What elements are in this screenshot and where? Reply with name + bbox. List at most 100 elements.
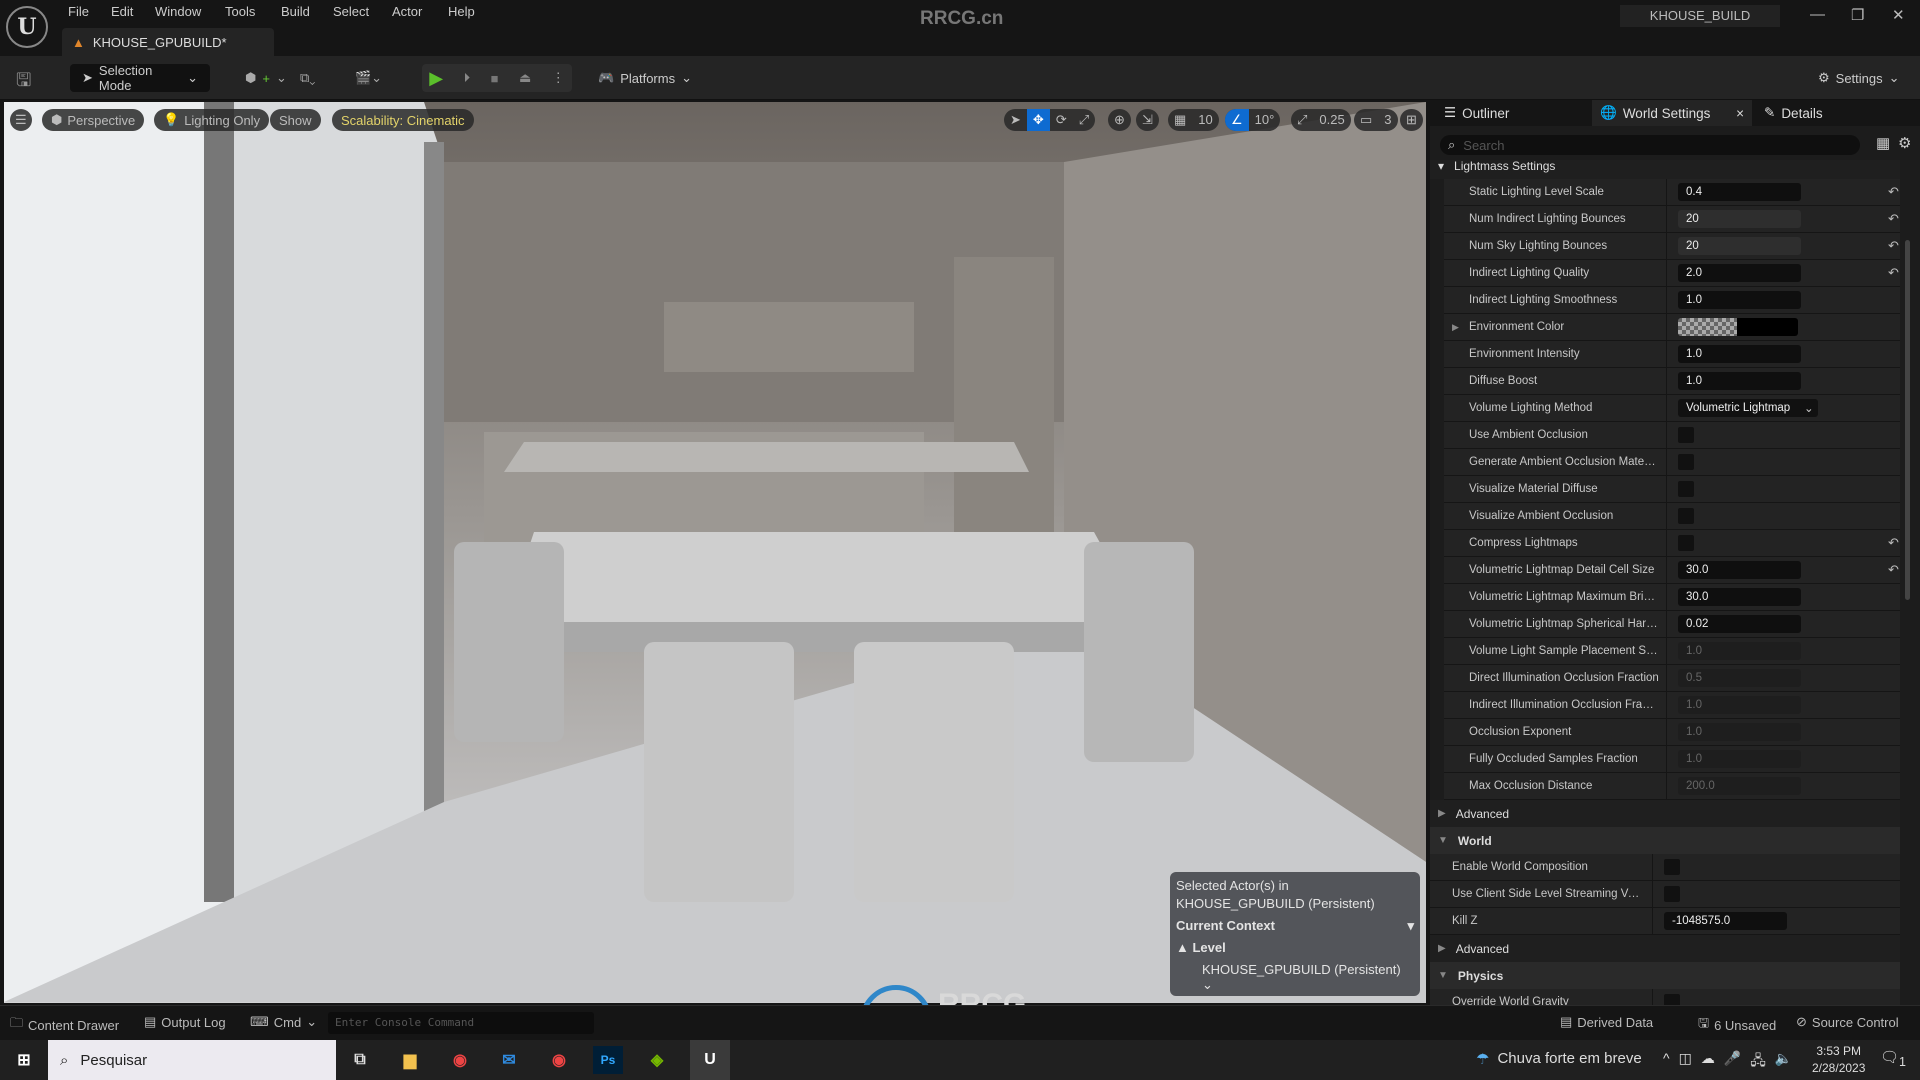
expand-arrow-icon[interactable]: ▶: [1452, 322, 1459, 333]
rotate-tool-icon[interactable]: ⟳: [1050, 109, 1073, 131]
property-checkbox[interactable]: [1678, 481, 1694, 497]
world-section[interactable]: ▼ World: [1430, 827, 1900, 854]
photoshop-icon[interactable]: Ps: [593, 1046, 623, 1074]
menu-file[interactable]: File: [68, 4, 89, 19]
chevron-up-icon[interactable]: ^: [1663, 1050, 1670, 1074]
physics-section[interactable]: ▼ Physics: [1430, 962, 1900, 989]
property-value-input[interactable]: 1.0: [1678, 291, 1801, 309]
settings-button[interactable]: ⚙ Settings ⌄: [1818, 64, 1900, 92]
property-checkbox[interactable]: [1664, 994, 1680, 1005]
stop-icon[interactable]: ■: [491, 71, 499, 86]
microphone-icon[interactable]: 🎤: [1724, 1050, 1741, 1074]
console-command-input[interactable]: Enter Console Command: [328, 1012, 594, 1034]
clock[interactable]: 3:53 PM 2/28/2023: [1812, 1043, 1865, 1077]
property-checkbox[interactable]: [1678, 427, 1694, 443]
selection-mode-dropdown[interactable]: ➤ Selection Mode ⌄: [70, 63, 210, 93]
current-context-header[interactable]: Current Context ▾: [1176, 918, 1414, 933]
weather-widget[interactable]: ☂ Chuva forte em breve: [1476, 1050, 1642, 1068]
scale-snap[interactable]: ⤢ 0.25: [1291, 109, 1351, 131]
volume-icon[interactable]: 🔈: [1775, 1050, 1792, 1074]
menu-edit[interactable]: Edit: [111, 4, 133, 19]
task-view-icon[interactable]: ⧉: [345, 1046, 375, 1074]
reset-to-default-icon[interactable]: ↶: [1888, 265, 1899, 281]
camera-icon[interactable]: ◫: [1679, 1050, 1692, 1074]
gear-icon[interactable]: ⚙: [1898, 134, 1911, 152]
property-checkbox[interactable]: [1678, 535, 1694, 551]
menu-actor[interactable]: Actor: [392, 4, 422, 19]
content-drawer-button[interactable]: 🗀 Content Drawer: [10, 1014, 119, 1036]
reset-to-default-icon[interactable]: ↶: [1888, 562, 1899, 578]
play-icon[interactable]: ▶: [429, 68, 443, 89]
surface-snap-toggle[interactable]: ⇲: [1136, 109, 1159, 131]
rotation-snap[interactable]: ∠ 10°: [1225, 109, 1281, 131]
menu-select[interactable]: Select: [333, 4, 369, 19]
scale-tool-icon[interactable]: ⤢: [1073, 109, 1095, 131]
property-value-input[interactable]: 20: [1678, 237, 1801, 255]
add-actor-icon[interactable]: ⬢ + ⌄: [245, 64, 287, 92]
unreal-taskbar-icon[interactable]: U: [690, 1040, 730, 1080]
step-icon[interactable]: ⏵: [464, 70, 471, 86]
unreal-logo-icon[interactable]: U: [6, 6, 48, 48]
property-value-input[interactable]: 0.4: [1678, 183, 1801, 201]
nvidia-icon[interactable]: ◈: [642, 1046, 672, 1074]
menu-build[interactable]: Build: [281, 4, 310, 19]
mail-icon[interactable]: ✉: [494, 1046, 524, 1074]
property-checkbox[interactable]: [1678, 454, 1694, 470]
property-value-input[interactable]: -1048575.0: [1664, 912, 1787, 930]
advanced-section-2[interactable]: ▶ Advanced: [1430, 935, 1900, 962]
tab-details[interactable]: ✎ Details: [1756, 100, 1831, 126]
taskbar-search[interactable]: ⌕ Pesquisar: [48, 1040, 336, 1080]
property-checkbox[interactable]: [1664, 859, 1680, 875]
tab-outliner[interactable]: ☰ Outliner: [1436, 100, 1517, 126]
level-tab[interactable]: ▲ KHOUSE_GPUBUILD*: [62, 28, 274, 56]
windows-start-icon[interactable]: ⊞: [9, 1046, 39, 1074]
property-value-input[interactable]: 1.0: [1678, 345, 1801, 363]
eject-icon[interactable]: ⏏: [519, 70, 531, 86]
move-tool-icon[interactable]: ✥: [1026, 109, 1050, 131]
table-view-icon[interactable]: ▦: [1876, 134, 1890, 152]
show-button[interactable]: Show: [270, 109, 321, 131]
lightmass-settings-header[interactable]: ▾ Lightmass Settings: [1430, 160, 1900, 179]
restore-icon[interactable]: ❐: [1851, 6, 1864, 24]
level-viewport[interactable]: ☰ ⬢ Perspective 💡 Lighting Only Show Scala…: [4, 102, 1426, 1003]
cinematics-icon[interactable]: 🎬⌄: [355, 64, 382, 92]
derived-data-button[interactable]: ▤ Derived Data: [1560, 1014, 1653, 1030]
property-dropdown[interactable]: Volumetric Lightmap: [1678, 399, 1818, 417]
cmd-dropdown[interactable]: ⌨ Cmd ⌄: [250, 1014, 317, 1030]
property-value-input[interactable]: 2.0: [1678, 264, 1801, 282]
minimize-icon[interactable]: —: [1810, 6, 1825, 23]
notifications-icon[interactable]: 🗨1: [1880, 1048, 1906, 1069]
level-dropdown[interactable]: KHOUSE_GPUBUILD (Persistent) ⌄: [1202, 962, 1414, 992]
menu-help[interactable]: Help: [448, 4, 475, 19]
reset-to-default-icon[interactable]: ↶: [1888, 535, 1899, 551]
output-log-button[interactable]: ▤ Output Log: [144, 1014, 226, 1030]
perspective-button[interactable]: ⬢ Perspective: [42, 109, 145, 131]
details-scrollbar[interactable]: [1905, 240, 1910, 600]
property-value-input[interactable]: 20: [1678, 210, 1801, 228]
property-checkbox[interactable]: [1678, 508, 1694, 524]
property-value-input[interactable]: 30.0: [1678, 588, 1801, 606]
world-local-toggle[interactable]: ⊕: [1108, 109, 1131, 131]
reset-to-default-icon[interactable]: ↶: [1888, 184, 1899, 200]
reset-to-default-icon[interactable]: ↶: [1888, 211, 1899, 227]
details-search-input[interactable]: ⌕ Search: [1440, 135, 1860, 155]
file-explorer-icon[interactable]: ▆: [395, 1046, 425, 1074]
network-icon[interactable]: 🖧: [1750, 1050, 1766, 1074]
blueprint-icon[interactable]: ⧉⌄: [300, 64, 315, 92]
chrome-profile-icon[interactable]: ◉: [544, 1046, 574, 1074]
menu-window[interactable]: Window: [155, 4, 201, 19]
select-tool-icon[interactable]: ➤: [1004, 109, 1027, 131]
reset-to-default-icon[interactable]: ↶: [1888, 238, 1899, 254]
close-tab-icon[interactable]: ×: [1736, 106, 1744, 121]
property-value-input[interactable]: 0.02: [1678, 615, 1801, 633]
save-icon[interactable]: 🖫: [16, 68, 31, 98]
camera-speed[interactable]: ▭ 3: [1354, 109, 1398, 131]
layout-button[interactable]: ⊞: [1400, 109, 1423, 131]
menu-tools[interactable]: Tools: [225, 4, 255, 19]
more-icon[interactable]: ⋮: [552, 70, 565, 86]
unsaved-button[interactable]: 🖫 6 Unsaved: [1698, 1014, 1776, 1036]
advanced-section[interactable]: ▶ Advanced: [1430, 800, 1900, 827]
property-value-input[interactable]: 30.0: [1678, 561, 1801, 579]
property-value-input[interactable]: 1.0: [1678, 372, 1801, 390]
environment-color-swatch[interactable]: [1678, 318, 1798, 336]
